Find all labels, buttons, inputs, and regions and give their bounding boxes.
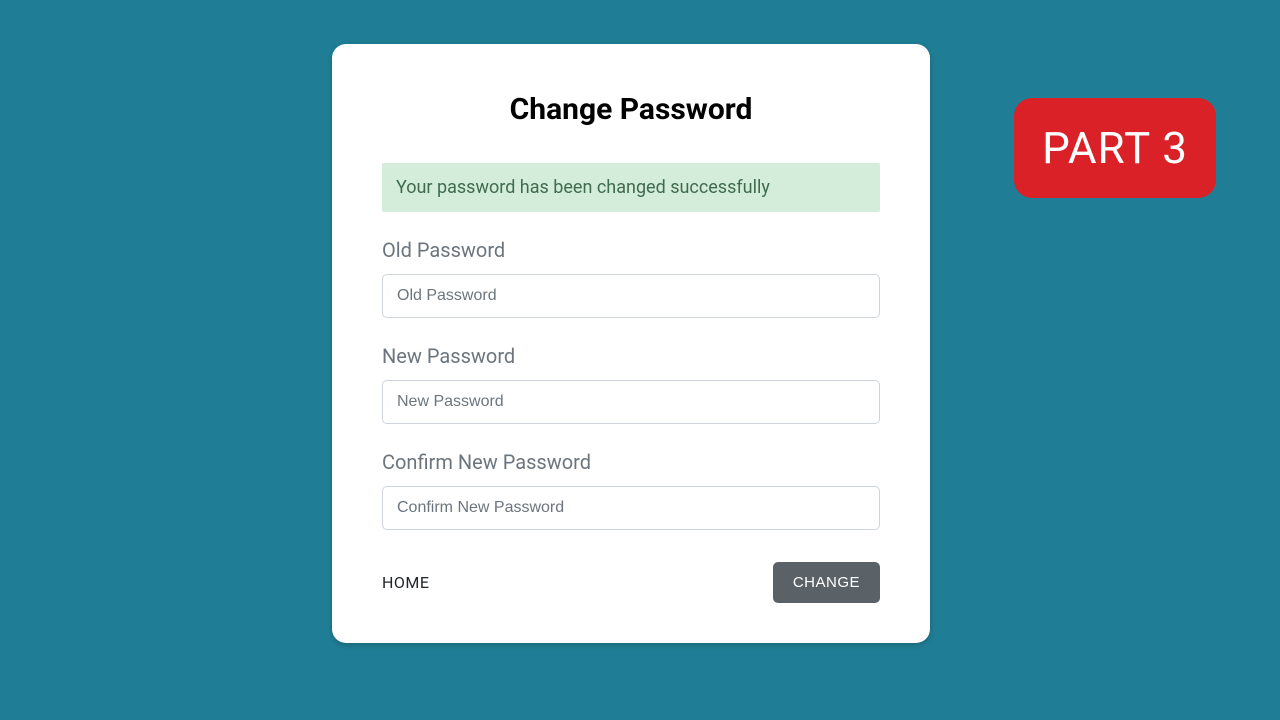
confirm-password-group: Confirm New Password bbox=[382, 450, 880, 530]
confirm-password-input[interactable] bbox=[382, 486, 880, 530]
change-password-card: Change Password Your password has been c… bbox=[332, 44, 930, 643]
new-password-label: New Password bbox=[382, 344, 880, 368]
home-link[interactable]: HOME bbox=[382, 573, 429, 592]
actions-row: HOME CHANGE bbox=[382, 562, 880, 603]
success-alert: Your password has been changed successfu… bbox=[382, 163, 880, 212]
old-password-group: Old Password bbox=[382, 238, 880, 318]
change-button[interactable]: CHANGE bbox=[773, 562, 880, 603]
card-title: Change Password bbox=[382, 92, 880, 127]
part-badge: PART 3 bbox=[1014, 98, 1216, 198]
confirm-password-label: Confirm New Password bbox=[382, 450, 880, 474]
old-password-input[interactable] bbox=[382, 274, 880, 318]
new-password-group: New Password bbox=[382, 344, 880, 424]
old-password-label: Old Password bbox=[382, 238, 880, 262]
new-password-input[interactable] bbox=[382, 380, 880, 424]
